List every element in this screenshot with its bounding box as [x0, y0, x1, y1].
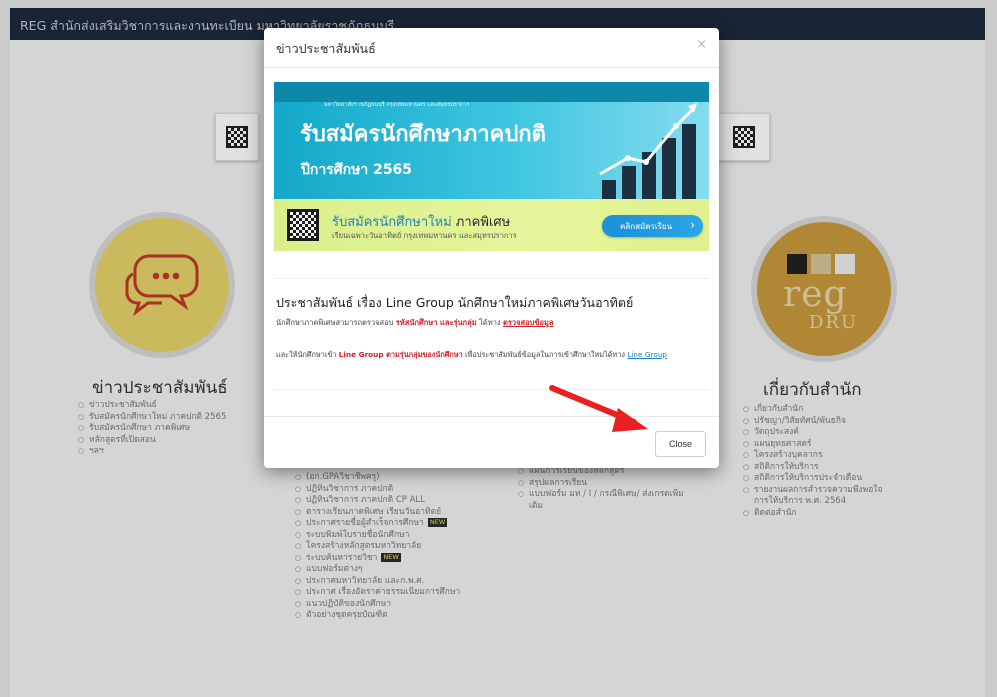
modal-header: ข่าวประชาสัมพันธ์ × [264, 28, 719, 68]
para-prefix: และให้นักศึกษาเข้า [276, 350, 337, 359]
line-mid: ได้ทาง [479, 318, 501, 327]
modal-footer: Close [264, 416, 719, 468]
apply-now-button[interactable]: คลิกสมัครเรียน › [602, 215, 703, 237]
banner-top-strip [274, 82, 709, 102]
banner-title-dark: ภาคพิเศษ [455, 215, 511, 230]
modal-title: ข่าวประชาสัมพันธ์ [276, 41, 376, 56]
apply-now-label: คลิกสมัครเรียน [620, 221, 673, 231]
para-highlight: Line Group ตามรุ่นกลุ่มของนักศึกษา [338, 350, 463, 359]
announcement-modal: ข่าวประชาสัมพันธ์ × มหาวิทยาลัยราชภัฏธนบ… [264, 28, 719, 468]
para-mid: เพื่อประชาสัมพันธ์ข้อมูลในการเข้าศึกษาให… [465, 350, 625, 359]
banner-title-blue: รับสมัครนักศึกษาใหม่ [332, 215, 452, 230]
banner-subtitle: เรียนเฉพาะวันอาทิตย์ กรุงเทพมหานคร และสม… [332, 231, 517, 240]
banner-university-text: มหาวิทยาลัยราชภัฏธนบุรี กรุงเทพมหานคร แล… [324, 102, 470, 108]
special-program-banner[interactable]: รับสมัครนักศึกษาใหม่ ภาคพิเศษ เรียนเฉพาะ… [274, 199, 709, 251]
qr-code-icon [287, 209, 319, 241]
banner-headline: รับสมัครนักศึกษาภาคปกติ [300, 122, 546, 147]
line-highlight: รหัสนักศึกษา และรุ่นกลุ่ม [395, 318, 477, 327]
announcement-title: ประชาสัมพันธ์ เรื่อง Line Group นักศึกษา… [276, 295, 634, 310]
announcement-section: ประชาสัมพันธ์ เรื่อง Line Group นักศึกษา… [274, 278, 709, 390]
growth-chart-icon [599, 103, 697, 208]
check-info-link[interactable]: ตรวจสอบข้อมูล [503, 318, 554, 327]
line-group-link[interactable]: Line Group [627, 350, 667, 359]
announcement-line: นักศึกษาภาคพิเศษสามารถตรวจสอบ รหัสนักศึก… [276, 317, 554, 329]
regular-admission-banner[interactable]: มหาวิทยาลัยราชภัฏธนบุรี กรุงเทพมหานคร แล… [274, 82, 709, 214]
chevron-right-icon: › [690, 218, 695, 232]
announcement-paragraph: และให้นักศึกษาเข้า Line Group ตามรุ่นกลุ… [276, 349, 706, 361]
banner-academic-year: ปีการศึกษา 2565 [301, 162, 413, 178]
banner-title: รับสมัครนักศึกษาใหม่ ภาคพิเศษ [332, 211, 510, 232]
close-button[interactable]: Close [655, 431, 706, 457]
close-icon[interactable]: × [696, 37, 707, 52]
line-prefix: นักศึกษาภาคพิเศษสามารถตรวจสอบ [276, 318, 394, 327]
